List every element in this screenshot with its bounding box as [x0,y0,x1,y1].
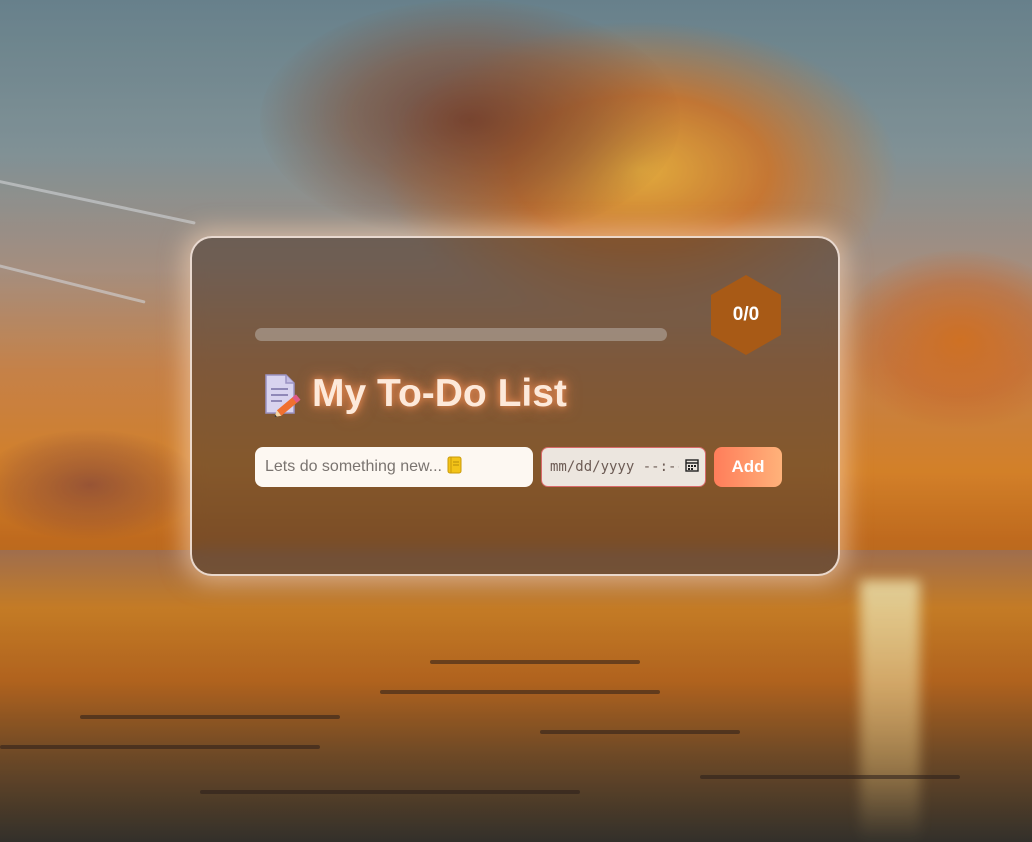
calendar-icon[interactable] [685,458,699,476]
task-input-placeholder: Lets do something new... [265,458,442,475]
task-input[interactable]: Lets do something new... [255,447,533,487]
notebook-icon [446,456,462,479]
todo-card: 0/0 My To-Do List Lets do something new. [190,236,840,576]
due-date-placeholder: mm/dd/yyyy --:-- -- [550,459,679,475]
memo-icon [262,373,301,417]
page-title: My To-Do List [312,372,567,415]
add-task-form: Lets do something new... mm/dd/yyyy --:-… [255,447,782,487]
add-button[interactable]: Add [714,447,782,487]
task-counter-text: 0/0 [732,304,760,325]
due-date-input[interactable]: mm/dd/yyyy --:-- -- [541,447,706,487]
progress-bar [255,328,667,341]
task-counter-badge: 0/0 [711,275,781,355]
title-row: My To-Do List [262,372,567,417]
